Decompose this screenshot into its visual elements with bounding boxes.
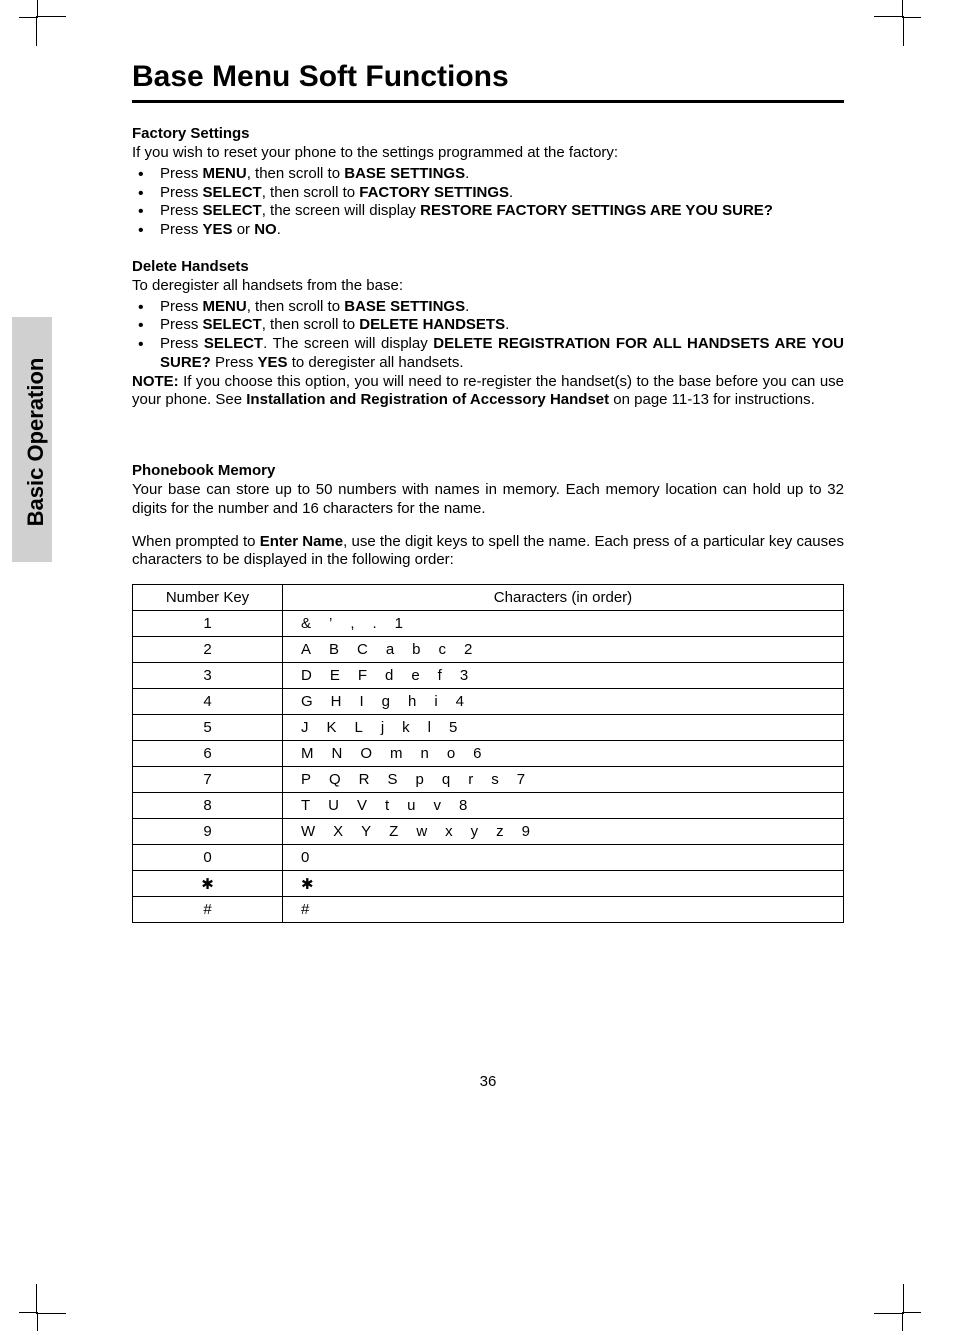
cell-chars: &’,.1	[283, 611, 844, 637]
title-rule	[132, 100, 844, 103]
crop-mark-tl	[36, 16, 66, 46]
table-row: 5JKLjkl5	[133, 715, 844, 741]
phonebook-p2: When prompted to Enter Name, use the dig…	[132, 533, 844, 571]
cell-key: 3	[133, 663, 283, 689]
page-title: Base Menu Soft Functions	[132, 60, 844, 94]
phonebook-heading: Phonebook Memory	[132, 462, 844, 479]
cell-chars: DEFdef3	[283, 663, 844, 689]
table-row: 1&’,.1	[133, 611, 844, 637]
crop-mark-bl	[36, 1284, 66, 1314]
factory-settings-intro: If you wish to reset your phone to the s…	[132, 144, 844, 163]
cell-key: 1	[133, 611, 283, 637]
cell-key: #	[133, 897, 283, 923]
side-tab: Basic Operation	[12, 317, 52, 562]
factory-settings-list: Press MENU, then scroll to BASE SETTINGS…	[132, 165, 844, 240]
crop-mark-br	[874, 1284, 904, 1314]
delete-handsets-heading: Delete Handsets	[132, 258, 844, 275]
delete-handsets-note: NOTE: If you choose this option, you wil…	[132, 373, 844, 411]
table-row: 6MNOmno6	[133, 741, 844, 767]
list-item: Press YES or NO.	[132, 221, 844, 240]
cell-key: 2	[133, 637, 283, 663]
table-row: ✱✱	[133, 871, 844, 897]
cell-chars: ABCabc2	[283, 637, 844, 663]
cell-key: 8	[133, 793, 283, 819]
cell-chars: TUVtuv8	[283, 793, 844, 819]
table-row: 2ABCabc2	[133, 637, 844, 663]
list-item: Press SELECT, then scroll to FACTORY SET…	[132, 184, 844, 203]
table-head-row: Number Key Characters (in order)	[133, 585, 844, 611]
delete-handsets-list: Press MENU, then scroll to BASE SETTINGS…	[132, 298, 844, 373]
cell-key: 9	[133, 819, 283, 845]
crop-mark-tr	[874, 16, 904, 46]
cell-chars: WXYZwxyz9	[283, 819, 844, 845]
cell-key: 7	[133, 767, 283, 793]
table-row: 4GHIghi4	[133, 689, 844, 715]
delete-handsets-intro: To deregister all handsets from the base…	[132, 277, 844, 296]
phonebook-p1: Your base can store up to 50 numbers wit…	[132, 481, 844, 519]
cell-key: 4	[133, 689, 283, 715]
table-row: 8TUVtuv8	[133, 793, 844, 819]
cell-chars: GHIghi4	[283, 689, 844, 715]
cell-key: 5	[133, 715, 283, 741]
cell-key: 0	[133, 845, 283, 871]
cell-chars: #	[283, 897, 844, 923]
cell-chars: 0	[283, 845, 844, 871]
list-item: Press SELECT, the screen will display RE…	[132, 202, 844, 221]
list-item: Press MENU, then scroll to BASE SETTINGS…	[132, 298, 844, 317]
list-item: Press MENU, then scroll to BASE SETTINGS…	[132, 165, 844, 184]
cell-chars: JKLjkl5	[283, 715, 844, 741]
cell-chars: ✱	[283, 871, 844, 897]
factory-settings-heading: Factory Settings	[132, 125, 844, 142]
page-number: 36	[132, 1073, 844, 1090]
table-row: 9WXYZwxyz9	[133, 819, 844, 845]
cell-key: 6	[133, 741, 283, 767]
table-row: 00	[133, 845, 844, 871]
character-table: Number Key Characters (in order) 1&’,.12…	[132, 584, 844, 923]
table-row: 3DEFdef3	[133, 663, 844, 689]
side-tab-label: Basic Operation	[23, 332, 49, 552]
cell-key: ✱	[133, 871, 283, 897]
list-item: Press SELECT. The screen will display DE…	[132, 335, 844, 373]
cell-chars: MNOmno6	[283, 741, 844, 767]
list-item: Press SELECT, then scroll to DELETE HAND…	[132, 316, 844, 335]
page-body: Base Menu Soft Functions Factory Setting…	[132, 60, 844, 1244]
th-number-key: Number Key	[133, 585, 283, 611]
table-row: ##	[133, 897, 844, 923]
th-characters: Characters (in order)	[283, 585, 844, 611]
table-row: 7PQRSpqrs7	[133, 767, 844, 793]
cell-chars: PQRSpqrs7	[283, 767, 844, 793]
